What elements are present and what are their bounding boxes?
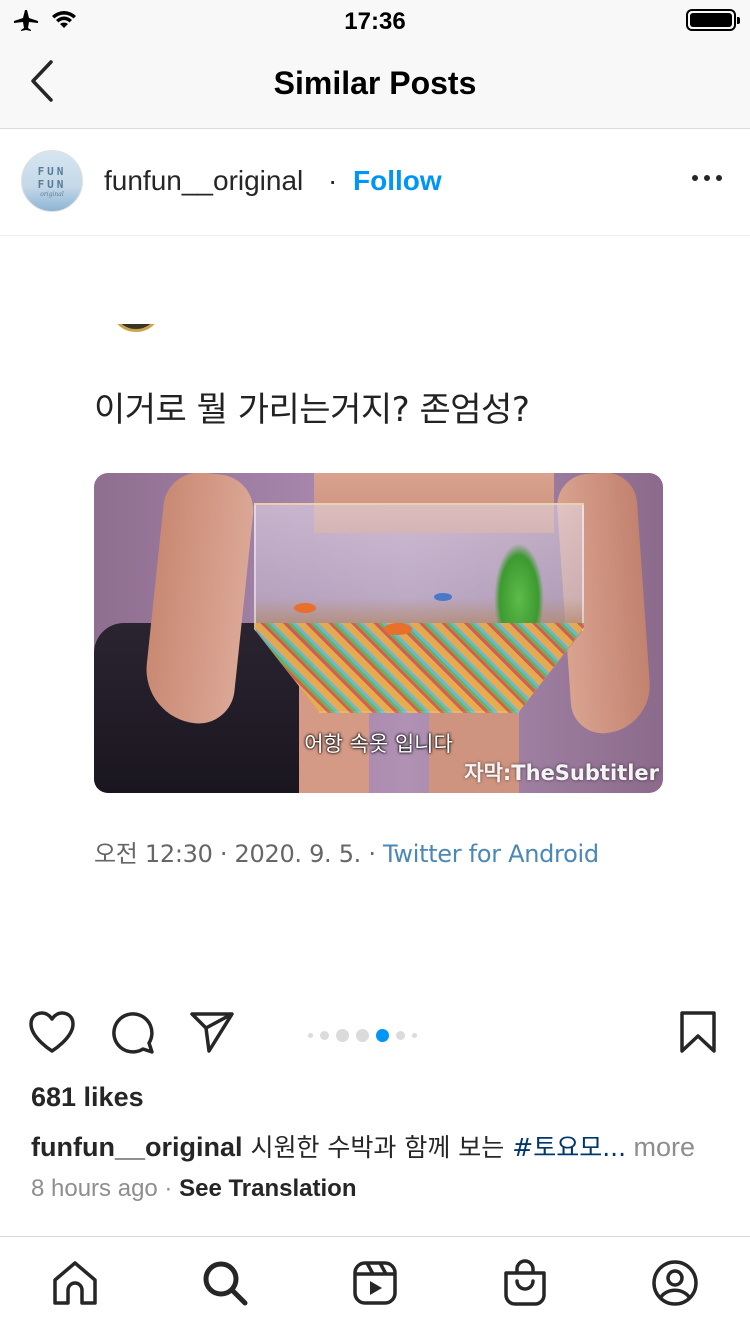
home-icon (51, 1260, 99, 1311)
heart-icon (28, 1010, 76, 1059)
post-username[interactable]: funfun__original (104, 165, 303, 197)
carousel-dot (396, 1031, 405, 1040)
avatar-text-line-1: FUN (37, 164, 67, 178)
profile-icon (651, 1259, 699, 1312)
caption-more-link[interactable]: more (626, 1132, 696, 1162)
status-bar: 17:36 (0, 0, 750, 40)
shopping-bag-icon (502, 1258, 548, 1312)
more-horizontal-icon (692, 175, 698, 181)
follow-button[interactable]: Follow (353, 165, 442, 197)
see-translation-link[interactable]: See Translation (179, 1175, 356, 1202)
tab-shop[interactable] (499, 1258, 551, 1312)
tweet-image: 어항 속옷 입니다 자막:TheSubtitler (94, 473, 663, 793)
avatar-text-line-2: FUN (37, 177, 67, 191)
image-watermark: 자막:TheSubtitler (464, 761, 659, 785)
post-header: FUN FUN original funfun__original · Foll… (0, 129, 750, 236)
post-caption: funfun__original 시원한 수박과 함께 보는 #토요모... m… (31, 1128, 731, 1164)
caption-username[interactable]: funfun__original (31, 1132, 243, 1162)
tweet-meta: 오전 12:30 · 2020. 9. 5. · Twitter for And… (94, 834, 599, 869)
tweet-avatar-partial (110, 324, 162, 350)
save-button[interactable] (674, 1010, 722, 1058)
share-button[interactable] (188, 1010, 236, 1058)
carousel-dot-active (376, 1029, 389, 1042)
caption-hashtag[interactable]: #토요모... (512, 1133, 626, 1162)
avatar[interactable]: FUN FUN original (21, 150, 83, 212)
image-subtitle: 어항 속옷 입니다 (304, 732, 453, 756)
username-separator: · (328, 165, 338, 196)
tweet-source: Twitter for Android (383, 840, 599, 868)
page-title: Similar Posts (273, 65, 477, 101)
reels-icon (352, 1260, 398, 1311)
time-separator: · (157, 1175, 180, 1202)
likes-count[interactable]: 681 likes (31, 1082, 144, 1113)
post-time-row: 8 hours ago · See Translation (31, 1175, 357, 1203)
post-media[interactable]: 이거로 뭘 가리는거지? 존엄성? 어항 속옷 입니다 자막:TheSubtit… (0, 236, 750, 988)
carousel-dot (412, 1033, 417, 1038)
post-actions (0, 1000, 750, 1070)
carousel-dot (308, 1033, 313, 1038)
tweet-timestamp: 오전 12:30 · 2020. 9. 5. · (94, 840, 383, 868)
comment-button[interactable] (108, 1010, 156, 1058)
bookmark-icon (678, 1010, 718, 1059)
post-timestamp: 8 hours ago (31, 1175, 158, 1202)
tab-reels[interactable] (349, 1259, 401, 1311)
nav-bar: Similar Posts (0, 40, 750, 129)
tab-profile[interactable] (649, 1259, 701, 1311)
like-button[interactable] (28, 1010, 76, 1058)
carousel-dot (320, 1031, 329, 1040)
tab-search[interactable] (199, 1259, 251, 1311)
battery-icon (686, 9, 740, 31)
comment-icon (109, 1009, 155, 1060)
more-options-button[interactable] (692, 175, 722, 181)
status-time: 17:36 (344, 8, 406, 35)
tab-home[interactable] (49, 1259, 101, 1311)
carousel-dot (356, 1029, 369, 1042)
carousel-indicator (308, 1029, 417, 1042)
avatar-subtext: original (40, 190, 64, 198)
bottom-tab-bar (0, 1236, 750, 1334)
tweet-text: 이거로 뭘 가리는거지? 존엄성? (94, 390, 530, 430)
search-icon (201, 1259, 249, 1312)
caption-text: 시원한 수박과 함께 보는 (242, 1133, 513, 1162)
send-icon (189, 1010, 235, 1059)
carousel-dot (336, 1029, 349, 1042)
